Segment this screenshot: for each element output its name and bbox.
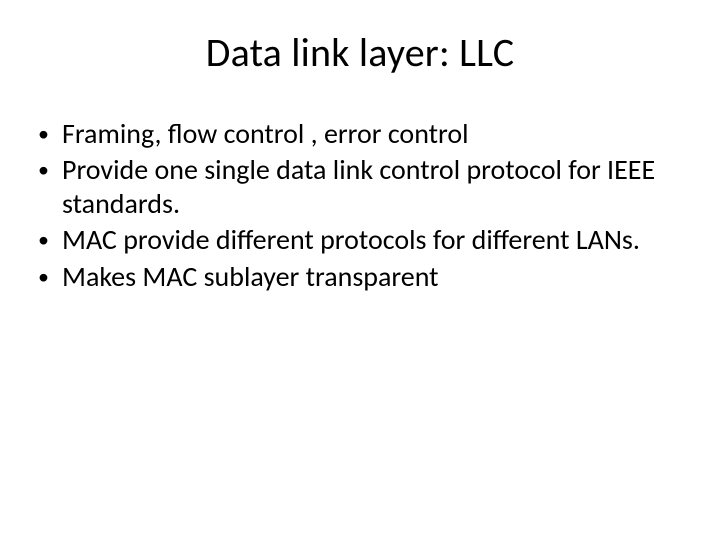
list-item: Provide one single data link control pro… bbox=[34, 153, 690, 221]
list-item: Makes MAC sublayer transparent bbox=[34, 260, 690, 294]
slide: Data link layer: LLC Framing, flow contr… bbox=[0, 0, 720, 540]
list-item: MAC provide different protocols for diff… bbox=[34, 223, 690, 257]
slide-title: Data link layer: LLC bbox=[30, 28, 690, 77]
list-item: Framing, flow control , error control bbox=[34, 117, 690, 151]
bullet-list: Framing, flow control , error control Pr… bbox=[34, 117, 690, 294]
